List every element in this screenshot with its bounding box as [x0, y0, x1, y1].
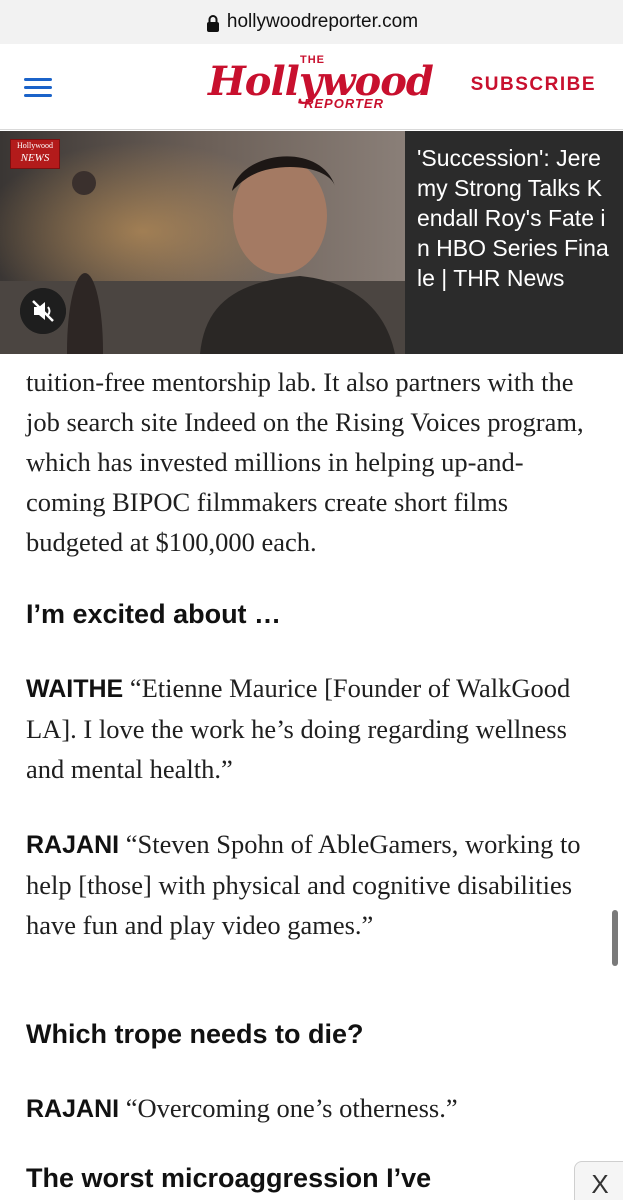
url-text: hollywoodreporter.com: [226, 11, 419, 32]
speaker-name: RAJANI: [26, 831, 120, 859]
thr-news-badge: Hollywood NEWS: [10, 139, 60, 169]
subscribe-button[interactable]: SUBSCRIBE: [471, 74, 596, 96]
site-logo[interactable]: THE Hollywood REPORTER: [208, 54, 434, 118]
speaker-name: RAJANI: [26, 1095, 120, 1123]
lock-icon: [206, 15, 219, 32]
scrollbar-thumb[interactable]: [612, 910, 618, 966]
article-subheading: I’m excited about …: [26, 599, 282, 629]
badge-top-text: Hollywood: [17, 141, 53, 150]
article-paragraph: WAITHE “Etienne Maurice [Founder of Walk…: [26, 668, 601, 789]
quote-text: “Overcoming one’s otherness.”: [119, 1093, 458, 1123]
article-subheading: The worst microaggression I’ve: [26, 1163, 432, 1193]
article-paragraph: RAJANI “Steven Spohn of AbleGamers, work…: [26, 824, 601, 945]
article-paragraph: tuition-free mentorship lab. It also par…: [26, 367, 584, 557]
article-paragraph: RAJANI “Overcoming one’s otherness.”: [26, 1088, 458, 1129]
site-header: THE Hollywood REPORTER SUBSCRIBE: [0, 44, 623, 130]
speaker-name: WAITHE: [26, 675, 124, 703]
mute-icon[interactable]: [20, 288, 66, 334]
ad-close-button[interactable]: X: [574, 1161, 623, 1200]
badge-news-text: NEWS: [20, 152, 50, 164]
logo-reporter: REPORTER: [304, 96, 384, 111]
video-title[interactable]: 'Succession': Jeremy Strong Talks Kendal…: [405, 131, 623, 354]
hamburger-menu-icon[interactable]: [24, 78, 52, 98]
browser-url-bar[interactable]: hollywoodreporter.com: [0, 0, 623, 44]
video-player[interactable]: Hollywood NEWS 'Succession': Jeremy Stro…: [0, 131, 623, 354]
article-subheading: Which trope needs to die?: [26, 1019, 364, 1049]
